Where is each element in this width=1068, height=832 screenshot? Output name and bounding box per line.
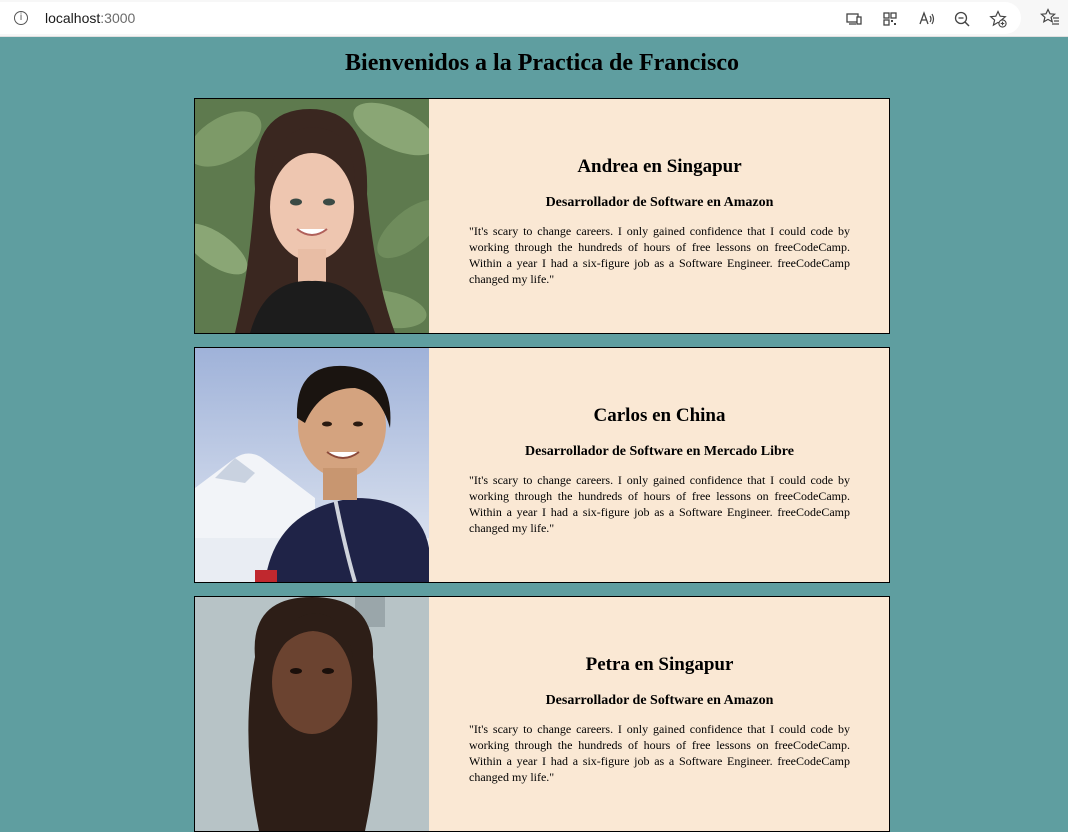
favorites-icon[interactable] (1040, 7, 1060, 27)
add-favorite-icon[interactable] (988, 9, 1008, 29)
testimonial-name: Carlos en China (593, 405, 726, 426)
address-bar[interactable]: i localhost:3000 (0, 2, 1021, 34)
testimonial-name: Petra en Singapur (585, 654, 734, 675)
testimonial-card: Petra en Singapur Desarrollador de Softw… (194, 596, 890, 832)
url-text[interactable]: localhost:3000 (45, 10, 135, 26)
profile-photo (195, 348, 429, 582)
url-port: :3000 (100, 10, 136, 26)
app-available-icon[interactable] (844, 9, 864, 29)
testimonial-role: Desarrollador de Software en Mercado Lib… (525, 444, 794, 459)
testimonial-quote: "It's scary to change careers. I only ga… (469, 473, 850, 535)
testimonial-card: Andrea en Singapur Desarrollador de Soft… (194, 98, 890, 334)
url-host: localhost (45, 10, 101, 26)
zoom-out-icon[interactable] (952, 9, 972, 29)
testimonial-name: Andrea en Singapur (577, 156, 742, 177)
testimonial-card: Carlos en China Desarrollador de Softwar… (194, 347, 890, 583)
browser-toolbar: i localhost:3000 (0, 0, 1068, 37)
testimonial-role: Desarrollador de Software en Amazon (545, 195, 774, 210)
profile-photo (195, 597, 429, 831)
testimonial-quote: "It's scary to change careers. I only ga… (469, 722, 850, 784)
profile-photo (195, 99, 429, 333)
read-aloud-icon[interactable] (917, 9, 937, 29)
qr-code-icon[interactable] (880, 9, 900, 29)
page-title: Bienvenidos a la Practica de Francisco (345, 50, 739, 76)
testimonial-role: Desarrollador de Software en Amazon (545, 693, 774, 708)
site-info-icon[interactable]: i (14, 11, 28, 25)
testimonial-quote: "It's scary to change careers. I only ga… (469, 224, 850, 286)
